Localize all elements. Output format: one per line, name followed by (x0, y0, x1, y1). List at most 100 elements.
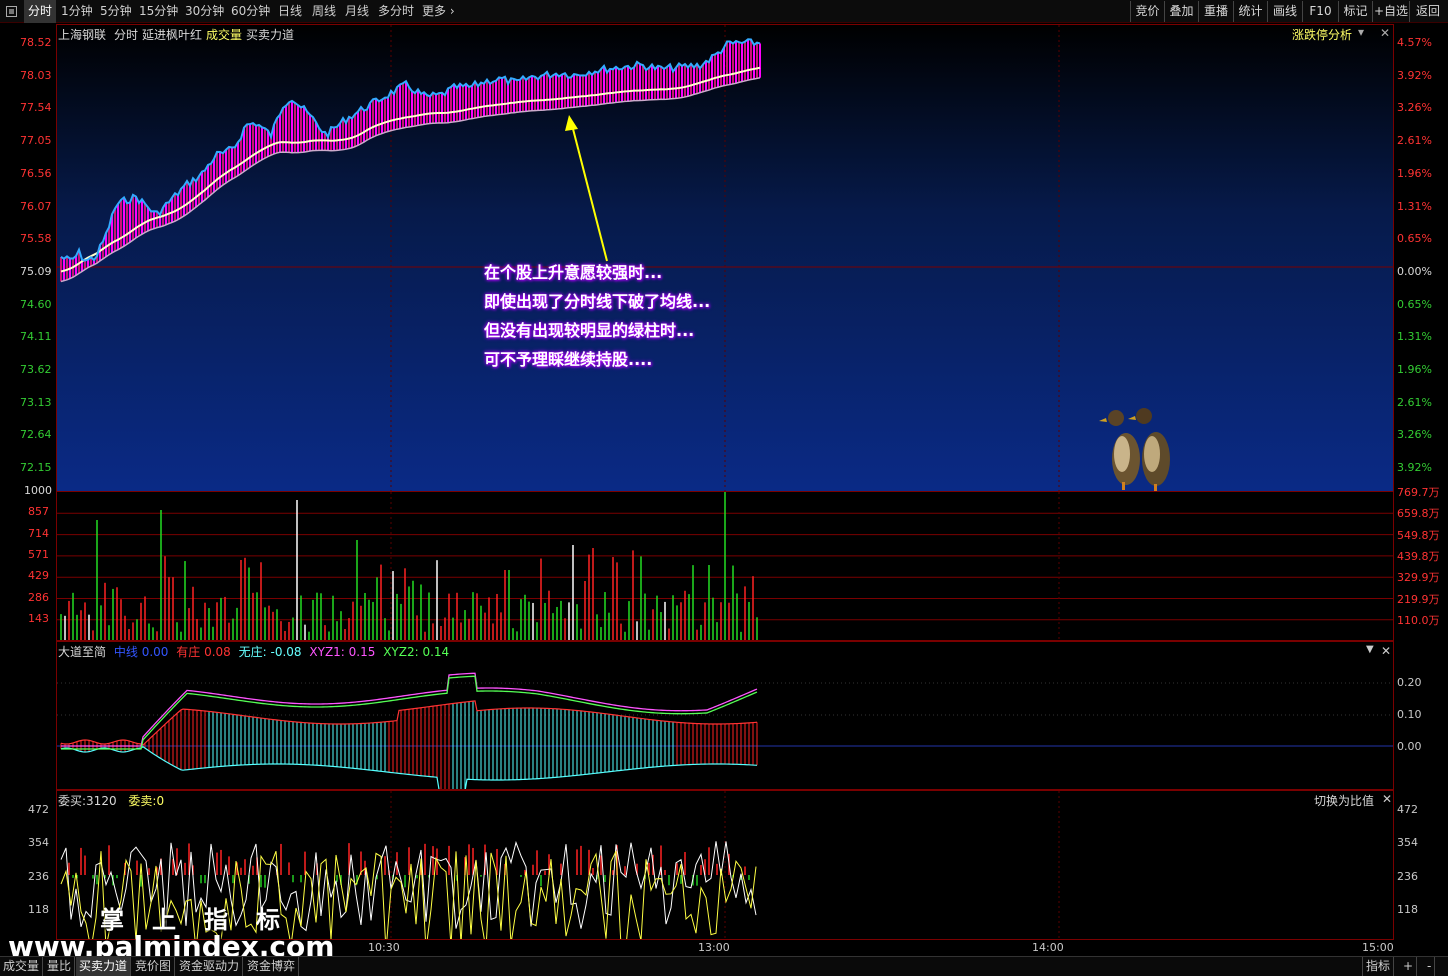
bottom-tab-auction[interactable]: 竞价图 (132, 957, 176, 976)
bottom-tab-force[interactable]: 买卖力道 (76, 957, 132, 976)
time-label-1300: 13:00 (698, 941, 730, 954)
order-tick-label: 354 (1397, 836, 1418, 850)
volume-tick-label: 714 (28, 526, 49, 540)
mid-label: 中线 (113, 645, 138, 659)
price-tick-label: 78.52 (20, 36, 52, 49)
tab-intraday[interactable]: 分时 (24, 0, 57, 23)
tab-weekly[interactable]: 周线 (312, 0, 336, 23)
callout-line-3: 但没有出现较明显的绿柱时... (484, 321, 695, 340)
buy-value: 3120 (86, 794, 117, 808)
callout-line-1: 在个股上升意愿较强时... (484, 263, 663, 282)
volume-amount-tick-label: 439.8万 (1397, 549, 1440, 563)
tab-60min[interactable]: 60分钟 (231, 0, 270, 23)
zoom-in-button[interactable]: + (1400, 957, 1418, 976)
arrow-line (571, 124, 608, 262)
price-tick-label: 76.56 (20, 166, 52, 180)
order-header: 委买:3120 委卖:0 (58, 792, 164, 809)
order-tick-label: 118 (1397, 902, 1418, 916)
price-chart (57, 25, 1393, 491)
volume-panel[interactable] (56, 491, 1394, 641)
price-panel[interactable] (56, 24, 1394, 492)
indicator-chart (57, 672, 1393, 789)
xyz2-label: XYZ2 (383, 645, 415, 659)
price-tick-label: 78.03 (20, 68, 52, 82)
back-button[interactable]: 返回 (1409, 1, 1446, 22)
indicator-panel[interactable] (56, 641, 1394, 790)
tab-daily[interactable]: 日线 (278, 0, 302, 23)
order-tick-label: 236 (1397, 869, 1418, 883)
replay-button[interactable]: 重播 (1198, 1, 1233, 22)
indicator-tick-label: 0.10 (1397, 708, 1422, 721)
bottom-tab-volume[interactable]: 成交量 (0, 957, 44, 976)
nodealer-label: 无庄 (238, 645, 263, 659)
volume-amount-tick-label: 659.8万 (1397, 507, 1440, 521)
price-tick-label: 75.58 (20, 232, 52, 246)
volume-tick-label: 1000 (24, 484, 52, 497)
dropdown-icon[interactable]: ▾ (1358, 25, 1364, 39)
tab-1min[interactable]: 1分钟 (61, 0, 93, 23)
indicator-tick-label: 0.20 (1397, 676, 1422, 689)
sell-value: 0 (156, 794, 165, 808)
zoom-out-button[interactable]: - (1424, 957, 1436, 976)
indicator-header: 大道至简 中线 0.00 有庄 0.08 无庄: -0.08 XYZ1: 0.1… (58, 645, 450, 659)
tab-15min[interactable]: 15分钟 (139, 0, 178, 23)
tab-more[interactable]: 更多 › (422, 0, 455, 23)
price-tick-label: 73.62 (20, 363, 52, 376)
close-icon[interactable]: ✕ (1380, 26, 1390, 40)
volume-amount-tick-label: 549.8万 (1397, 528, 1440, 542)
bottom-tab-bar: 成交量 量比 买卖力道 竞价图 资金驱动力 资金博弈 指标 + - (0, 956, 1448, 976)
close-icon[interactable]: ✕ (1381, 644, 1391, 658)
f10-button[interactable]: F10 (1302, 1, 1338, 22)
duck-icon (1099, 410, 1140, 490)
arrow-head-icon (565, 115, 578, 131)
callout-line-2: 即使出现了分时线下破了均线... (484, 292, 711, 311)
nodealer-value: -0.08 (270, 645, 302, 659)
ducks-image (1099, 408, 1170, 492)
price-pct-tick-label: 0.00% (1397, 264, 1432, 278)
price-pct-tick-label: 3.92% (1397, 461, 1432, 475)
bottom-tab-capital-drive[interactable]: 资金驱动力 (176, 957, 244, 976)
time-label-1030: 10:30 (368, 941, 400, 954)
price-pct-tick-label: 1.31% (1397, 199, 1432, 213)
indicator-button[interactable]: 指标 (1362, 957, 1395, 976)
order-tick-label: 236 (28, 869, 49, 883)
dealer-value: 0.08 (204, 645, 231, 659)
overlay-button[interactable]: 叠加 (1164, 1, 1198, 22)
force-label: 买卖力道 (246, 28, 295, 42)
xyz1-label: XYZ1 (309, 645, 341, 659)
bottom-tab-volume-ratio[interactable]: 量比 (44, 957, 76, 976)
price-pct-tick-label: 0.65% (1397, 297, 1432, 311)
price-pct-tick-label: 4.57% (1397, 36, 1432, 49)
price-pct-tick-label: 3.26% (1397, 428, 1432, 442)
price-tick-label: 75.09 (20, 264, 52, 278)
order-tick-label: 354 (28, 836, 49, 850)
price-tick-label: 74.60 (20, 297, 52, 311)
tab-30min[interactable]: 30分钟 (185, 0, 224, 23)
add-watchlist-button[interactable]: +自选 (1372, 1, 1409, 22)
time-label-1400: 14:00 (1032, 941, 1064, 954)
mark-button[interactable]: 标记 (1338, 1, 1372, 22)
stats-button[interactable]: 统计 (1233, 1, 1267, 22)
sell-label: 委卖: (128, 794, 157, 808)
price-pct-tick-label: 1.96% (1397, 363, 1432, 376)
draw-line-button[interactable]: 画线 (1267, 1, 1302, 22)
window-menu-icon[interactable] (6, 6, 17, 17)
dropdown-icon[interactable]: ▼ (1366, 644, 1374, 655)
xyz2-value: 0.14 (422, 645, 450, 659)
tab-monthly[interactable]: 月线 (345, 0, 369, 23)
price-tick-label: 74.11 (20, 330, 52, 344)
annotation-callout: 在个股上升意愿较强时... 即使出现了分时线下破了均线... 但没有出现较明显的… (484, 258, 710, 374)
chevron-right-icon: › (446, 4, 455, 18)
close-icon[interactable]: ✕ (1382, 792, 1392, 806)
auction-button[interactable]: 竞价 (1130, 1, 1164, 22)
tab-multi-intraday[interactable]: 多分时 (378, 0, 414, 23)
volume-tick-label: 286 (28, 590, 49, 604)
switch-ratio-button[interactable]: 切换为比值 (1314, 792, 1374, 809)
volume-amount-tick-label: 110.0万 (1397, 613, 1440, 627)
indicator-title: 大道至简 (58, 645, 107, 659)
price-pct-tick-label: 2.61% (1397, 395, 1432, 409)
bottom-tab-capital-game[interactable]: 资金博弈 (244, 957, 300, 976)
price-tick-label: 73.13 (20, 395, 52, 409)
limit-analysis-link[interactable]: 涨跌停分析 (1292, 26, 1352, 43)
tab-5min[interactable]: 5分钟 (100, 0, 132, 23)
